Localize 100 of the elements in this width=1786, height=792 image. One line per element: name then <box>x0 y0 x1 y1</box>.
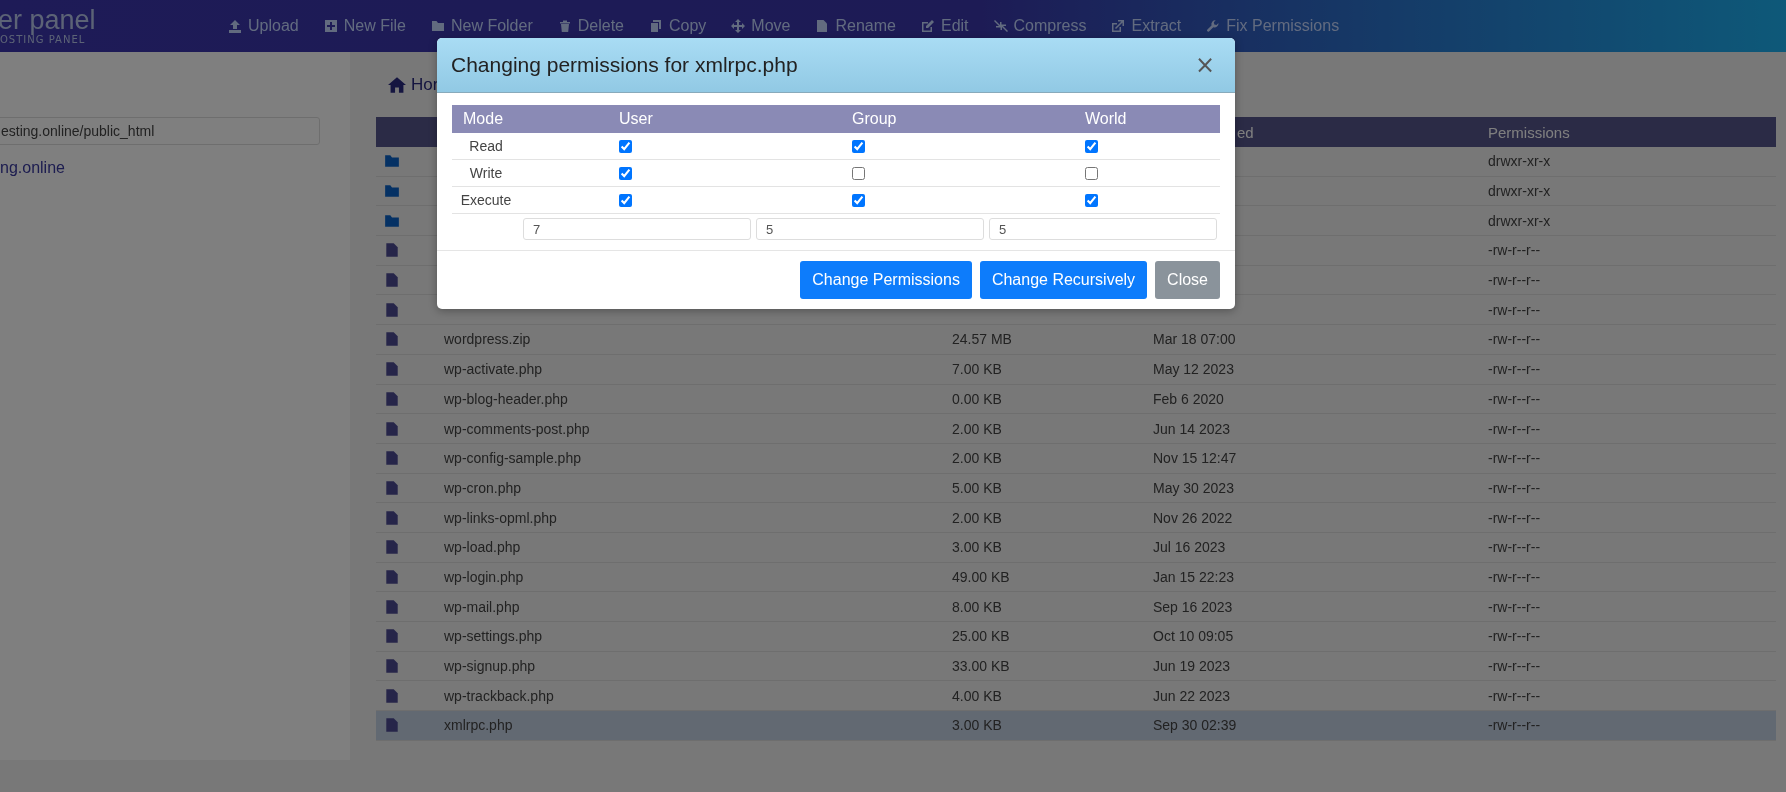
file-date: May 12 2023 <box>1153 361 1234 378</box>
toolbar-button[interactable]: Move <box>751 17 791 35</box>
file-size: 33.00 KB <box>952 658 1010 675</box>
copy-icon <box>649 19 663 33</box>
file-icon <box>384 242 400 259</box>
file-name: wordpress.zip <box>444 331 531 348</box>
folder-icon <box>384 153 400 170</box>
dialog-button[interactable]: Close <box>1155 261 1220 299</box>
file-date: Jun 22 2023 <box>1153 687 1231 704</box>
file-permissions: -rw-r--r-- <box>1488 598 1541 615</box>
file-date: Jul 16 2023 <box>1153 539 1226 556</box>
dialog-button[interactable]: Change Permissions <box>800 261 972 299</box>
move-arrows-icon <box>731 19 746 33</box>
toolbar-button[interactable]: New Folder <box>450 17 533 35</box>
wrench-icon <box>1206 19 1221 33</box>
checkbox[interactable] <box>619 193 632 207</box>
file-name: wp-settings.php <box>444 628 543 645</box>
path-field[interactable]: esting.online/public_html <box>0 117 320 145</box>
file-size: 49.00 KB <box>952 568 1010 585</box>
file-size: 24.57 MB <box>952 331 1012 348</box>
file-date: Jun 14 2023 <box>1153 420 1231 437</box>
selected-row[interactable]: xmlrpc.php 3.00 KB Sep 30 02:39 -rw-r--r-- <box>376 711 1776 741</box>
dialog-button[interactable]: Change Recursively <box>979 261 1148 299</box>
breadcrumb-link[interactable]: Hor <box>388 74 439 95</box>
file-date: Mar 18 07:00 <box>1153 331 1236 348</box>
mode-label: Write <box>469 165 503 181</box>
file-permissions: -rw-r--r-- <box>1488 687 1541 704</box>
octal-field[interactable]: 7 <box>523 218 751 240</box>
checkbox[interactable] <box>852 139 865 153</box>
checkbox[interactable] <box>1085 166 1098 180</box>
toolbar-button[interactable]: Fix Permissions <box>1226 17 1340 35</box>
octal-field[interactable]: 5 <box>989 218 1217 240</box>
toolbar-button[interactable]: Rename <box>835 17 896 35</box>
toolbar-button[interactable]: New File <box>343 17 406 35</box>
file-icon <box>384 717 400 734</box>
file-name: wp-login.php <box>444 568 524 585</box>
file-size: 5.00 KB <box>952 479 1002 496</box>
file-name: wp-comments-post.php <box>444 420 590 437</box>
file-permissions: -rw-r--r-- <box>1488 390 1541 407</box>
checkbox[interactable] <box>619 166 632 180</box>
file-size: 7.00 KB <box>952 361 1002 378</box>
home-icon <box>388 75 406 94</box>
file-size: 4.00 KB <box>952 687 1002 704</box>
file-permissions: -rw-r--r-- <box>1488 301 1541 318</box>
file-icon <box>384 628 400 645</box>
file-date: Jun 19 2023 <box>1153 658 1231 675</box>
toolbar-button[interactable]: Upload <box>248 17 299 35</box>
mode-label: Execute <box>460 192 512 208</box>
file-name: wp-trackback.php <box>444 687 554 704</box>
trash-icon <box>557 19 572 33</box>
file-size: 2.00 KB <box>952 450 1002 467</box>
file-name: wp-load.php <box>444 539 521 556</box>
checkbox[interactable] <box>1085 193 1098 207</box>
file-permissions: -rw-r--r-- <box>1488 658 1541 675</box>
file-date: Jan 15 22:23 <box>1153 568 1234 585</box>
file-name: wp-blog-header.php <box>444 390 568 407</box>
file-date: May 30 2023 <box>1153 479 1234 496</box>
file-icon <box>384 301 400 318</box>
file-name: wp-links-opml.php <box>444 509 557 526</box>
file-name: wp-signup.php <box>444 658 536 675</box>
file-permissions: -rw-r--r-- <box>1488 628 1541 645</box>
logo-tagline: OSTING PANEL <box>0 34 86 45</box>
toolbar-button[interactable]: Extract <box>1131 17 1182 35</box>
toolbar-button[interactable]: Edit <box>940 17 969 35</box>
file-permissions: -rw-r--r-- <box>1488 242 1541 259</box>
column-header: User <box>619 110 653 128</box>
file-date: Nov 15 12:47 <box>1153 450 1237 467</box>
toolbar-button[interactable]: Compress <box>1013 17 1087 35</box>
checkbox[interactable] <box>852 166 865 180</box>
file-icon <box>815 19 830 33</box>
file-date: Sep 30 02:39 <box>1153 717 1237 734</box>
file-permissions: -rw-r--r-- <box>1488 361 1541 378</box>
edit-icon <box>920 19 935 33</box>
toolbar-button[interactable]: Delete <box>577 17 624 35</box>
file-icon <box>384 598 400 615</box>
file-size: 8.00 KB <box>952 598 1002 615</box>
checkbox[interactable] <box>1085 139 1098 153</box>
folder-icon <box>384 212 400 229</box>
file-permissions: -rw-r--r-- <box>1488 450 1541 467</box>
file-permissions: -rw-r--r-- <box>1488 568 1541 585</box>
upload-icon <box>228 19 242 33</box>
close-button[interactable]: × <box>1190 53 1219 77</box>
octal-field[interactable]: 5 <box>756 218 984 240</box>
file-permissions: drwxr-xr-x <box>1488 153 1551 170</box>
column-header: ed <box>1237 123 1254 141</box>
tree-item[interactable]: ng.online <box>0 159 350 177</box>
file-permissions: -rw-r--r-- <box>1488 479 1541 496</box>
file-size: 25.00 KB <box>952 628 1010 645</box>
checkbox[interactable] <box>619 139 632 153</box>
file-name: wp-config-sample.php <box>444 450 581 467</box>
file-icon <box>384 450 400 467</box>
file-permissions: -rw-r--r-- <box>1488 420 1541 437</box>
file-icon <box>384 509 400 526</box>
toolbar-button[interactable]: Copy <box>669 17 707 35</box>
checkbox[interactable] <box>852 193 865 207</box>
folder-icon <box>430 19 445 33</box>
folder-icon <box>384 183 400 200</box>
file-size: 3.00 KB <box>952 539 1002 556</box>
file-icon <box>384 687 400 704</box>
file-size: 2.00 KB <box>952 420 1002 437</box>
